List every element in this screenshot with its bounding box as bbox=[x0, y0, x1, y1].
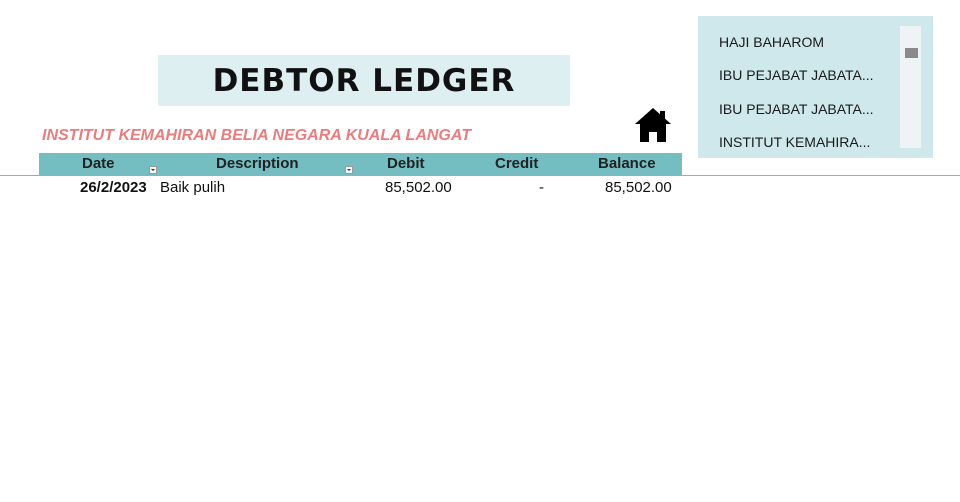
column-header-balance[interactable]: Balance bbox=[598, 153, 656, 175]
row-description[interactable]: Baik pulih bbox=[160, 178, 225, 198]
slicer-scrollbar[interactable] bbox=[900, 26, 921, 148]
slicer-item[interactable]: HAJI BAHAROM bbox=[719, 31, 824, 53]
column-header-debit[interactable]: Debit bbox=[387, 153, 425, 175]
home-icon-graphic bbox=[635, 108, 671, 142]
table-header: Date Description Debit Credit Balance bbox=[39, 153, 682, 175]
slicer-item[interactable]: IBU PEJABAT JABATA... bbox=[719, 98, 874, 120]
column-header-description[interactable]: Description bbox=[216, 153, 299, 175]
sheet-gridline bbox=[0, 175, 960, 176]
column-header-credit[interactable]: Credit bbox=[495, 153, 538, 175]
column-header-date[interactable]: Date bbox=[82, 153, 115, 175]
debtor-slicer: HAJI BAHAROM IBU PEJABAT JABATA... IBU P… bbox=[698, 16, 933, 158]
slicer-item[interactable]: IBU PEJABAT JABATA... bbox=[719, 64, 874, 86]
table-row[interactable]: 26/2/2023 Baik pulih 85,502.00 - 85,502.… bbox=[39, 178, 682, 198]
home-icon[interactable] bbox=[633, 106, 673, 144]
date-filter-dropdown-icon[interactable] bbox=[149, 166, 157, 174]
row-debit[interactable]: 85,502.00 bbox=[385, 178, 452, 198]
slicer-scrollbar-thumb[interactable] bbox=[905, 48, 918, 58]
slicer-item[interactable]: INSTITUT KEMAHIRA... bbox=[719, 131, 870, 153]
page-title: DEBTOR LEDGER bbox=[212, 62, 516, 99]
ledger-sheet: DEBTOR LEDGER INSTITUT KEMAHIRAN BELIA N… bbox=[0, 0, 960, 502]
row-credit[interactable]: - bbox=[539, 178, 544, 198]
description-filter-dropdown-icon[interactable] bbox=[345, 166, 353, 174]
row-date[interactable]: 26/2/2023 bbox=[80, 178, 147, 198]
title-banner: DEBTOR LEDGER bbox=[158, 55, 570, 106]
row-balance[interactable]: 85,502.00 bbox=[605, 178, 672, 198]
institution-name: INSTITUT KEMAHIRAN BELIA NEGARA KUALA LA… bbox=[42, 127, 472, 144]
